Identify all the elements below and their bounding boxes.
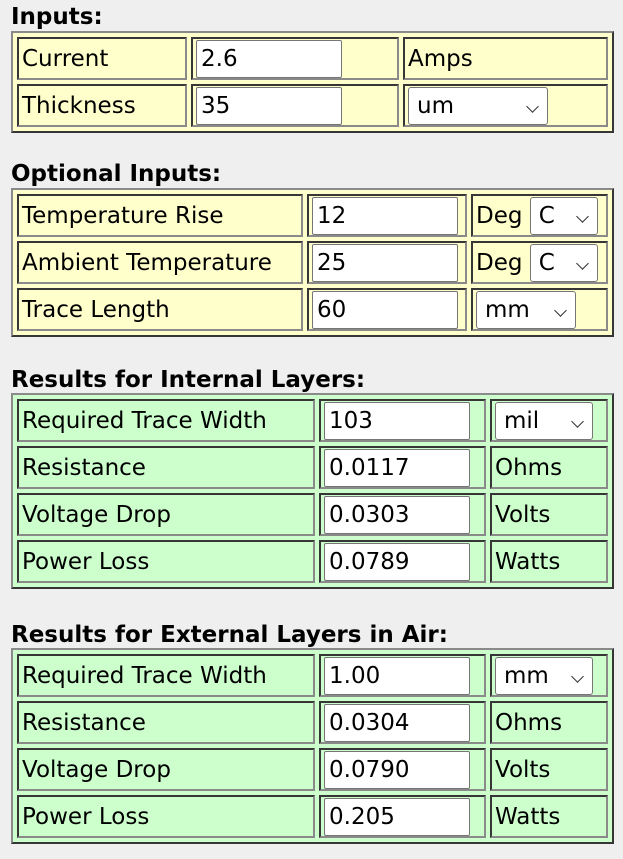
external-voltage-drop-row: Voltage Drop 0.0790 Volts [17, 748, 608, 791]
internal-resistance-row: Resistance 0.0117 Ohms [17, 446, 608, 489]
external-trace-width-unit-value: mm [504, 662, 549, 689]
external-voltage-drop-unit: Volts [490, 748, 608, 791]
inputs-heading: Inputs: [11, 4, 103, 30]
internal-trace-width-row: Required Trace Width 103 mil [17, 399, 608, 442]
internal-results-table: Required Trace Width 103 mil Resistance … [11, 393, 614, 589]
chevron-down-icon [575, 256, 589, 270]
thickness-label: Thickness [17, 84, 187, 127]
internal-resistance-unit: Ohms [490, 446, 608, 489]
internal-heading: Results for Internal Layers: [11, 367, 366, 393]
current-input[interactable]: 2.6 [196, 39, 342, 78]
chevron-down-icon [571, 669, 584, 683]
external-trace-width-row: Required Trace Width 1.00 mm [17, 654, 608, 697]
internal-power-loss-label: Power Loss [17, 540, 315, 583]
external-resistance-unit: Ohms [490, 701, 608, 744]
external-power-loss-label: Power Loss [17, 795, 315, 838]
chevron-down-icon [526, 99, 539, 113]
internal-resistance-label: Resistance [17, 446, 315, 489]
internal-trace-width-output[interactable]: 103 [324, 401, 470, 440]
inputs-table: Current 2.6 Amps Thickness 35 um [11, 31, 614, 133]
internal-power-loss-unit: Watts [490, 540, 608, 583]
ambient-temperature-unit-value: C [538, 249, 555, 276]
internal-voltage-drop-row: Voltage Drop 0.0303 Volts [17, 493, 608, 536]
external-results-table: Required Trace Width 1.00 mm Resistance … [11, 648, 614, 844]
internal-resistance-output[interactable]: 0.0117 [324, 448, 470, 487]
current-unit: Amps [403, 37, 608, 80]
external-power-loss-output[interactable]: 0.205 [324, 797, 470, 836]
trace-length-label: Trace Length [17, 288, 303, 331]
external-trace-width-label: Required Trace Width [17, 654, 315, 697]
temperature-rise-row: Temperature Rise 12 Deg C [17, 194, 608, 237]
ambient-temperature-unit-select[interactable]: C [529, 243, 598, 282]
thickness-row: Thickness 35 um [17, 84, 608, 127]
internal-voltage-drop-label: Voltage Drop [17, 493, 315, 536]
internal-trace-width-label: Required Trace Width [17, 399, 315, 442]
temperature-rise-input[interactable]: 12 [312, 196, 458, 235]
internal-trace-width-unit-value: mil [504, 407, 540, 434]
internal-trace-width-unit-select[interactable]: mil [495, 401, 593, 440]
thickness-unit-value: um [417, 92, 454, 119]
temperature-rise-label: Temperature Rise [17, 194, 303, 237]
optional-heading: Optional Inputs: [11, 161, 222, 187]
chevron-down-icon [571, 414, 584, 428]
chevron-down-icon [575, 209, 589, 223]
thickness-unit-select[interactable]: um [408, 86, 548, 125]
external-trace-width-output[interactable]: 1.00 [324, 656, 470, 695]
external-resistance-output[interactable]: 0.0304 [324, 703, 470, 742]
external-power-loss-unit: Watts [490, 795, 608, 838]
external-voltage-drop-label: Voltage Drop [17, 748, 315, 791]
trace-length-row: Trace Length 60 mm [17, 288, 608, 331]
external-trace-width-unit-select[interactable]: mm [495, 656, 593, 695]
external-voltage-drop-output[interactable]: 0.0790 [324, 750, 470, 789]
temperature-rise-unit-value: C [538, 202, 555, 229]
temperature-rise-unit-prefix: Deg [476, 202, 523, 229]
trace-length-input[interactable]: 60 [312, 290, 458, 329]
chevron-down-icon [554, 303, 567, 317]
current-label: Current [17, 37, 187, 80]
ambient-temperature-unit-prefix: Deg [476, 249, 523, 276]
external-resistance-row: Resistance 0.0304 Ohms [17, 701, 608, 744]
ambient-temperature-row: Ambient Temperature 25 Deg C [17, 241, 608, 284]
trace-length-unit-value: mm [485, 296, 530, 323]
internal-power-loss-row: Power Loss 0.0789 Watts [17, 540, 608, 583]
optional-table: Temperature Rise 12 Deg C Ambient Temper… [11, 188, 614, 337]
external-heading: Results for External Layers in Air: [11, 622, 448, 648]
ambient-temperature-label: Ambient Temperature [17, 241, 303, 284]
external-power-loss-row: Power Loss 0.205 Watts [17, 795, 608, 838]
internal-power-loss-output[interactable]: 0.0789 [324, 542, 470, 581]
temperature-rise-unit-select[interactable]: C [529, 196, 598, 235]
ambient-temperature-input[interactable]: 25 [312, 243, 458, 282]
current-row: Current 2.6 Amps [17, 37, 608, 80]
thickness-input[interactable]: 35 [196, 86, 342, 125]
external-resistance-label: Resistance [17, 701, 315, 744]
internal-voltage-drop-output[interactable]: 0.0303 [324, 495, 470, 534]
internal-voltage-drop-unit: Volts [490, 493, 608, 536]
trace-length-unit-select[interactable]: mm [476, 290, 576, 329]
